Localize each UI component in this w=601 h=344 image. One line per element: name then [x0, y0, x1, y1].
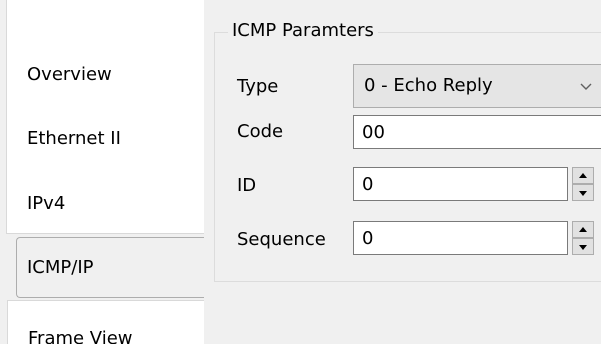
group-title: ICMP Paramters	[228, 19, 378, 43]
code-label: Code	[237, 121, 284, 142]
tab-ethernet-ii[interactable]: Ethernet II	[27, 127, 121, 151]
sequence-spinner	[572, 221, 594, 255]
spin-down-icon	[579, 191, 587, 196]
id-spinner	[572, 167, 594, 201]
type-label: Type	[237, 76, 279, 97]
tab-overview[interactable]: Overview	[27, 63, 112, 87]
id-spin-down-button[interactable]	[572, 184, 594, 201]
tab-icmp-ip[interactable]: ICMP/IP	[16, 237, 204, 298]
chevron-down-icon	[576, 76, 596, 96]
spin-up-icon	[579, 227, 587, 232]
sequence-spin-down-button[interactable]	[572, 238, 594, 255]
type-select-value: 0 - Echo Reply	[364, 75, 493, 96]
tab-frame-view[interactable]: Frame View	[7, 300, 204, 344]
sequence-label: Sequence	[237, 229, 326, 250]
tab-icmp-ip-label: ICMP/IP	[27, 257, 94, 278]
id-input[interactable]	[353, 167, 568, 201]
spin-down-icon	[579, 245, 587, 250]
tab-ipv4[interactable]: IPv4	[27, 192, 65, 216]
sequence-spin-up-button[interactable]	[572, 221, 594, 238]
sequence-input[interactable]	[353, 221, 568, 255]
icmp-editor: Overview Ethernet II IPv4 ICMP/IP Frame …	[0, 0, 601, 344]
id-spin-up-button[interactable]	[572, 167, 594, 184]
spin-up-icon	[579, 173, 587, 178]
code-input[interactable]	[353, 115, 601, 149]
id-label: ID	[237, 175, 257, 196]
tab-frame-view-label: Frame View	[28, 328, 133, 344]
type-select[interactable]: 0 - Echo Reply	[353, 64, 601, 108]
